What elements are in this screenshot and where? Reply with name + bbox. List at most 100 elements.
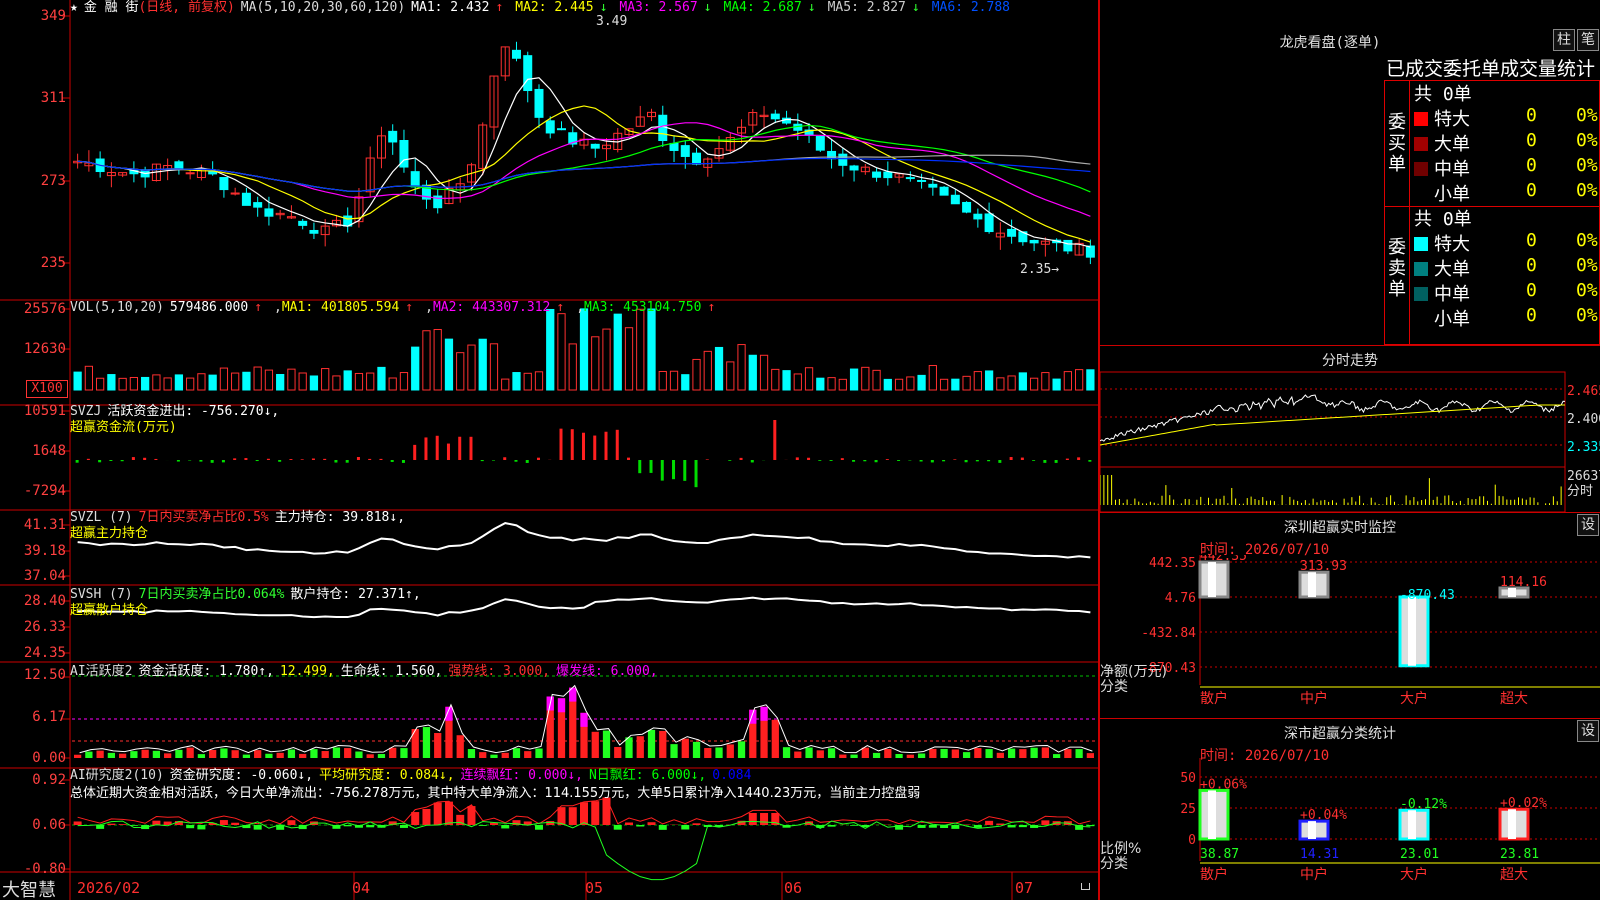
activity-bar xyxy=(1075,749,1083,758)
bar-highlight xyxy=(1208,790,1216,839)
bar-category: 中户 xyxy=(1300,866,1328,883)
candle xyxy=(815,135,825,151)
volume-bar xyxy=(253,366,262,391)
svzl-y-tick: 37.04 xyxy=(23,568,66,584)
color-swatch xyxy=(1414,187,1428,201)
trade-view-tab[interactable]: 笔 xyxy=(1577,29,1599,51)
bar-category: 中户 xyxy=(1300,690,1328,707)
sz-class-settings-button[interactable]: 设 xyxy=(1577,720,1599,742)
candle xyxy=(1029,239,1039,244)
research-bar xyxy=(219,820,228,825)
main-holding-line xyxy=(77,522,1091,559)
vol-ma2-value: 443307.312 xyxy=(472,300,551,315)
research-bar xyxy=(399,825,408,828)
activity-bar xyxy=(434,733,442,758)
bar-highlight xyxy=(1408,597,1416,666)
candle xyxy=(253,202,263,208)
volume-bar xyxy=(456,352,465,391)
volume-bar xyxy=(523,372,532,391)
activity-bar xyxy=(1052,754,1061,758)
activity-bar xyxy=(366,754,374,758)
activity-bar xyxy=(355,751,363,758)
order-type: 中单 xyxy=(1434,284,1470,305)
chart-area[interactable] xyxy=(0,0,1100,900)
ai-active-burst: 爆发线: 6.000, xyxy=(555,664,658,679)
down-arrow: ↓ xyxy=(807,0,816,15)
svsh-sub: 超赢散户持仓 xyxy=(70,603,149,618)
bar-y-tick: 25 xyxy=(1180,802,1196,817)
intraday-chart[interactable]: 2.465 2.400 2.335 26637分时 xyxy=(1100,345,1600,512)
vol-unit-badge[interactable]: X100 xyxy=(26,380,68,398)
research-bar xyxy=(591,801,600,825)
candle xyxy=(905,177,915,180)
research-bar xyxy=(985,820,994,825)
volume-bar xyxy=(1029,377,1039,391)
svzj-name: SVZJ xyxy=(70,404,102,419)
order-count: 0 xyxy=(1526,155,1537,176)
activity-bar xyxy=(591,731,599,758)
candle xyxy=(545,120,555,134)
ma-value-text: MA2: 2.445 xyxy=(515,0,594,15)
research-bar xyxy=(681,825,690,830)
price-y-tick: 311 xyxy=(40,90,66,106)
activity-bar xyxy=(895,753,903,758)
stock-title: 金 融 街 xyxy=(83,0,139,15)
fund-flow-bar xyxy=(874,460,878,463)
candle xyxy=(1007,228,1017,237)
ai-active-v2: 12.499, xyxy=(279,664,335,679)
candle xyxy=(511,49,521,59)
candle xyxy=(185,172,195,175)
x-axis-label: 2026/02 xyxy=(77,879,141,897)
vol-y-tick: 12630 xyxy=(23,341,66,357)
volume-bar xyxy=(287,368,296,391)
candle xyxy=(680,145,690,157)
order-total: 共 0单 xyxy=(1414,84,1472,105)
order-type: 特大 xyxy=(1434,109,1470,130)
svzl-ratio: 7日内买卖净占比0.5% xyxy=(138,510,269,525)
ma-value-text: MA4: 2.687 xyxy=(723,0,802,15)
volume-bar xyxy=(73,371,82,391)
fund-flow-bar xyxy=(379,458,383,460)
volume-bar xyxy=(861,366,870,391)
activity-bar xyxy=(962,752,971,758)
ai-research-avg: 平均研究度: 0.084↓, xyxy=(319,768,455,783)
sz-monitor-settings-button[interactable]: 设 xyxy=(1577,514,1599,536)
volume-bar xyxy=(557,313,566,391)
bar-highlight xyxy=(1208,562,1216,597)
fund-flow-bar xyxy=(638,460,642,474)
volume-bar xyxy=(1018,372,1027,391)
fund-flow-bar xyxy=(683,460,687,481)
fund-flow-bar xyxy=(1032,460,1036,461)
ai-active-header: AI活跃度2 资金活跃度: 1.780↑, 12.499, 生命线: 1.560, 强势… xyxy=(70,664,664,680)
bar-view-tab[interactable]: 柱 xyxy=(1553,29,1575,51)
activity-bar xyxy=(389,747,397,758)
fund-flow-bar xyxy=(266,458,270,460)
ma-line xyxy=(77,105,1091,243)
svzl-title: 主力持仓: 39.818↓, xyxy=(274,510,406,525)
activity-bar xyxy=(299,753,307,758)
research-bar xyxy=(647,822,656,825)
svzl-name: SVZL (7) xyxy=(70,510,133,525)
activity-bar xyxy=(1086,753,1094,758)
bar-value-label: 23.81 xyxy=(1500,847,1539,862)
bar-category: 大户 xyxy=(1400,866,1428,883)
down-arrow: ↓ xyxy=(911,0,920,15)
activity-bar xyxy=(524,751,532,758)
ma-value-6: MA6: 2.788 xyxy=(932,0,1016,15)
activity-bar xyxy=(141,749,149,758)
star-icon[interactable]: ★ xyxy=(70,0,78,15)
lock-icon[interactable] xyxy=(1081,883,1090,890)
research-bar xyxy=(568,807,577,825)
volume-bar xyxy=(906,376,915,391)
fund-flow-bar xyxy=(942,460,946,462)
activity-bar xyxy=(659,730,667,758)
research-bar xyxy=(534,825,543,830)
activity-bar xyxy=(884,749,892,758)
volume-bar xyxy=(996,377,1005,391)
fund-flow-bar xyxy=(1020,457,1024,460)
bar-category: 散户 xyxy=(1200,866,1228,883)
fund-flow-bar xyxy=(98,460,102,463)
down-arrow: ↓ xyxy=(599,0,608,15)
sz-monitor-chart: 442.35 4.76 -432.84 -870.43 净额(万元)分类 442.35 散户… xyxy=(1100,555,1600,707)
candle xyxy=(838,153,848,166)
